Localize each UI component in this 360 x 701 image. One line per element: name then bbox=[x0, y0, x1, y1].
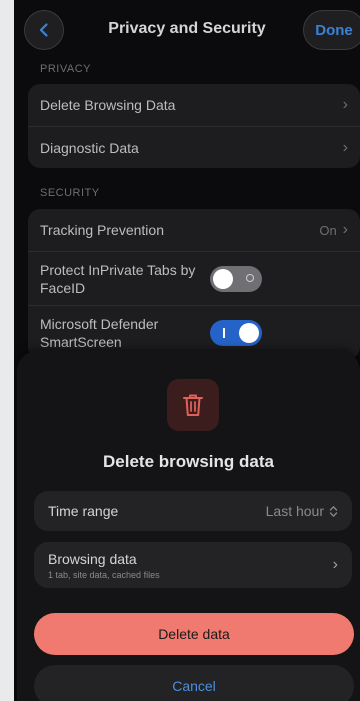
sheet-title: Delete browsing data bbox=[103, 452, 274, 471]
chevron-right-icon: › bbox=[332, 556, 338, 573]
diagnostic-data-label: Diagnostic Data bbox=[40, 139, 139, 156]
delete-browsing-data-row[interactable]: Delete Browsing Data › bbox=[28, 84, 360, 126]
time-range-value: Last hour bbox=[265, 503, 324, 519]
chevron-right-icon: › bbox=[342, 138, 348, 156]
trash-icon bbox=[183, 394, 203, 416]
chevron-right-icon: › bbox=[342, 96, 348, 113]
privacy-group: Delete Browsing Data › Diagnostic Data › bbox=[28, 84, 360, 168]
toggle-knob bbox=[239, 322, 259, 343]
smartscreen-label: Microsoft Defender SmartScreen bbox=[40, 315, 159, 350]
toggle-knob bbox=[213, 268, 233, 289]
cancel-button[interactable]: Cancel bbox=[34, 665, 354, 701]
chevron-left-icon bbox=[39, 23, 48, 37]
security-section-label: SECURITY bbox=[40, 187, 100, 199]
privacy-section-label: PRIVACY bbox=[40, 63, 91, 75]
smartscreen-toggle[interactable] bbox=[210, 319, 262, 346]
delete-data-button[interactable]: Delete data bbox=[34, 613, 354, 655]
inprivate-faceid-toggle[interactable] bbox=[210, 265, 262, 292]
time-range-label: Time range bbox=[48, 503, 119, 519]
back-button[interactable] bbox=[24, 10, 64, 50]
inprivate-faceid-row: Protect InPrivate Tabs by FaceID bbox=[28, 251, 360, 305]
toggle-off-mark-icon bbox=[246, 273, 254, 282]
chevron-right-icon: › bbox=[342, 221, 348, 238]
chevron-up-down-icon bbox=[329, 505, 338, 517]
time-range-selector[interactable]: Time range Last hour bbox=[34, 491, 352, 531]
diagnostic-data-row[interactable]: Diagnostic Data › bbox=[28, 126, 360, 168]
inprivate-faceid-label: Protect InPrivate Tabs by FaceID bbox=[40, 261, 196, 296]
tracking-prevention-label: Tracking Prevention bbox=[40, 222, 164, 238]
toggle-on-mark-icon bbox=[223, 327, 225, 338]
security-group: Tracking Prevention On › Protect InPriva… bbox=[28, 209, 360, 359]
delete-browsing-data-label: Delete Browsing Data bbox=[40, 97, 176, 113]
browsing-data-detail: 1 tab, site data, cached files bbox=[48, 569, 160, 580]
browsing-data-row[interactable]: Browsing data 1 tab, site data, cached f… bbox=[34, 542, 352, 588]
settings-screen: Privacy and Security Done PRIVACY Delete… bbox=[14, 0, 360, 701]
trash-icon-badge bbox=[167, 379, 219, 431]
delete-browsing-data-sheet: Delete browsing data Time range Last hou… bbox=[17, 351, 360, 701]
tracking-prevention-value: On bbox=[319, 222, 337, 238]
tracking-prevention-row[interactable]: Tracking Prevention On › bbox=[28, 209, 360, 251]
done-button[interactable]: Done bbox=[303, 10, 360, 50]
browsing-data-label: Browsing data bbox=[48, 550, 137, 567]
top-nav: Privacy and Security Done bbox=[14, 0, 360, 60]
